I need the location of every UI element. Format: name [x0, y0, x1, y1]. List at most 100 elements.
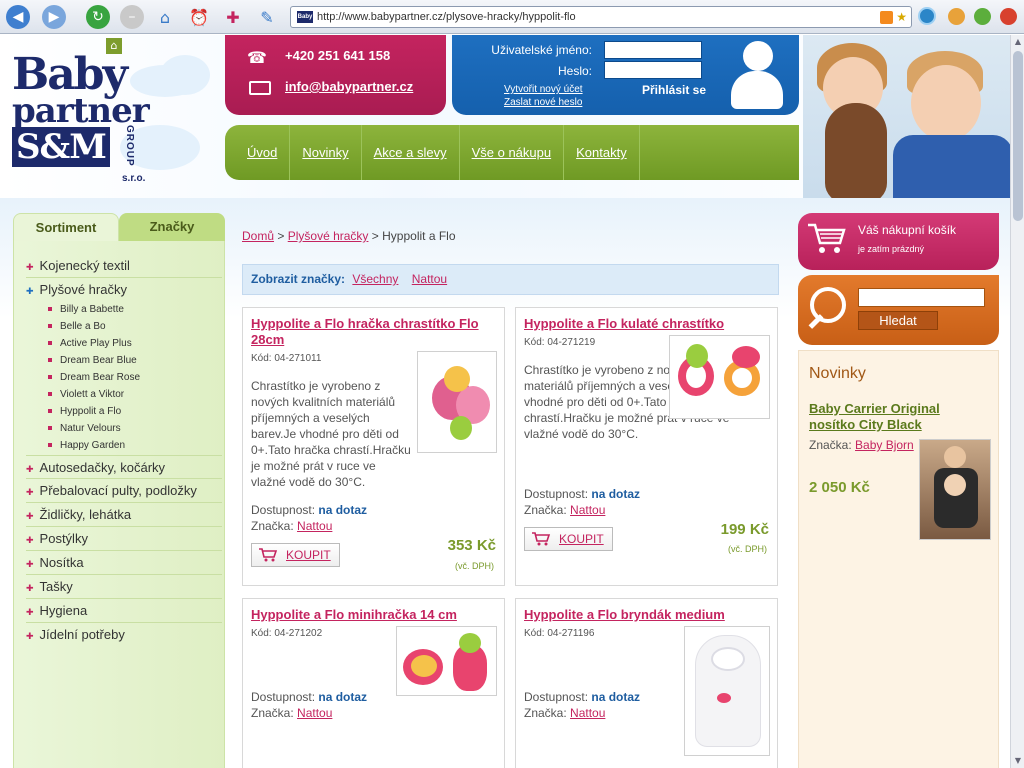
vat-note: (vč. DPH): [455, 561, 494, 571]
search-input[interactable]: [858, 288, 985, 307]
subcategory-item[interactable]: Natur Velours: [48, 420, 121, 437]
scroll-thumb[interactable]: [1013, 51, 1023, 221]
nav-novinky[interactable]: Novinky: [290, 125, 362, 180]
brand-filter-nattou[interactable]: Nattou: [412, 272, 447, 286]
subcategory-item[interactable]: Violett a Viktor: [48, 386, 124, 403]
mail-icon: [249, 81, 271, 95]
product-availability: Dostupnost: na dotaz: [251, 690, 368, 704]
category-item[interactable]: ✚ Nosítka: [26, 551, 222, 575]
back-icon[interactable]: ◀: [6, 5, 30, 29]
breadcrumb-category[interactable]: Plyšové hračky: [288, 229, 369, 243]
product-availability: Dostupnost: na dotaz: [524, 690, 641, 704]
product-title[interactable]: Hyppolite a Flo minihračka 14 cm: [251, 607, 496, 623]
tab-znacky[interactable]: Značky: [119, 213, 225, 241]
address-bar[interactable]: Baby http://www.babypartner.cz/plysove-h…: [290, 6, 912, 28]
product-image[interactable]: [669, 335, 770, 419]
scroll-down-icon[interactable]: ▼: [1011, 754, 1024, 768]
news-box: Novinky Baby Carrier Original nosítko Ci…: [798, 350, 999, 768]
tab-sortiment[interactable]: Sortiment: [13, 213, 119, 241]
forward-icon[interactable]: ▶: [42, 5, 66, 29]
nav-akce[interactable]: Akce a slevy: [362, 125, 460, 180]
news-item-price: 2 050 Kč: [809, 479, 870, 496]
product-image[interactable]: [396, 626, 497, 696]
category-item[interactable]: ✚ Židličky, lehátka: [26, 503, 222, 527]
reload-icon[interactable]: ↻: [86, 5, 110, 29]
category-item[interactable]: ✚ Jídelní potřeby: [26, 623, 222, 647]
username-input[interactable]: [604, 41, 702, 59]
nav-uvod[interactable]: Úvod: [235, 125, 291, 180]
rss-icon[interactable]: [880, 10, 894, 24]
category-item[interactable]: ✚ Autosedačky, kočárky: [26, 455, 222, 479]
shopping-cart-box[interactable]: Váš nákupní košík je zatím prázdný: [798, 213, 999, 270]
breadcrumb-home[interactable]: Domů: [242, 229, 274, 243]
category-item[interactable]: ✚ Hygiena: [26, 599, 222, 623]
product-image[interactable]: [684, 626, 770, 756]
product-image[interactable]: [417, 351, 497, 453]
product-brand: Značka: Nattou: [251, 519, 333, 533]
news-item-link[interactable]: Baby Carrier Original nosítko City Black: [809, 401, 989, 433]
site-logo[interactable]: Baby partner S&M GROUP s.r.o.: [12, 53, 152, 185]
url-text[interactable]: http://www.babypartner.cz/plysove-hracky…: [317, 11, 880, 23]
product-title[interactable]: Hyppolite a Flo hračka chrastítko Flo 28…: [251, 316, 496, 348]
product-description: Chrastítko je vyrobeno z nových kvalitní…: [251, 379, 411, 489]
product-price: 199 Kč: [720, 521, 769, 538]
buy-button[interactable]: KOUPIT: [251, 543, 340, 567]
create-account-link[interactable]: Vytvořit nový účet: [504, 84, 583, 95]
product-title[interactable]: Hyppolite a Flo kulaté chrastítko: [524, 316, 769, 332]
product-code: Kód: 04-271202: [251, 628, 323, 639]
nav-kontakty[interactable]: Kontakty: [564, 125, 640, 180]
close-button[interactable]: [1000, 8, 1017, 25]
nav-nakup[interactable]: Vše o nákupu: [460, 125, 565, 180]
browser-toolbar: ◀ ▶ ↻ – ⌂ ⏰ ✚ ✎ Baby http://www.babypart…: [0, 0, 1024, 34]
product-title[interactable]: Hyppolite a Flo bryndák medium: [524, 607, 769, 623]
header-kids-photo: [803, 35, 1010, 198]
category-item[interactable]: ✚ Postýlky: [26, 527, 222, 551]
web-page: ⌂ Baby partner S&M GROUP s.r.o. ☎ +420 2…: [0, 35, 1010, 768]
new-tab-icon[interactable]: ✚: [220, 4, 246, 30]
category-item[interactable]: ✚ Kojenecký textil: [26, 254, 222, 278]
cart-status: je zatím prázdný: [858, 244, 925, 254]
subcategory-item[interactable]: Dream Bear Blue: [48, 352, 137, 369]
buy-button[interactable]: KOUPIT: [524, 527, 613, 551]
bookmark-star-icon[interactable]: ★: [896, 10, 907, 24]
product-brand-link[interactable]: Nattou: [570, 503, 605, 517]
category-item[interactable]: ✚ Tašky: [26, 575, 222, 599]
maximize-button[interactable]: [974, 8, 991, 25]
password-input[interactable]: [604, 61, 702, 79]
history-icon[interactable]: ⏰: [186, 4, 212, 30]
category-item-open[interactable]: ✚ Plyšové hračky: [26, 278, 222, 302]
home-icon[interactable]: ⌂: [152, 4, 178, 30]
password-label: Heslo:: [557, 64, 592, 78]
news-brand-link[interactable]: Baby Bjorn: [855, 438, 914, 452]
product-brand-link[interactable]: Nattou: [297, 519, 332, 533]
scroll-up-icon[interactable]: ▲: [1011, 35, 1024, 49]
subcategory-item[interactable]: Dream Bear Rose: [48, 369, 140, 386]
page-scrollbar[interactable]: ▲ ▼: [1010, 35, 1024, 768]
logo-text-sro: s.r.o.: [122, 173, 146, 184]
subcategory-item[interactable]: Happy Garden: [48, 437, 125, 454]
subcategory-item[interactable]: Billy a Babette: [48, 301, 124, 318]
minimize-button[interactable]: [948, 8, 965, 25]
site-header: ⌂ Baby partner S&M GROUP s.r.o. ☎ +420 2…: [0, 35, 1010, 198]
cart-icon: [532, 532, 551, 546]
product-brand-link[interactable]: Nattou: [570, 706, 605, 720]
login-button[interactable]: Přihlásit se: [642, 83, 706, 97]
product-brand-link[interactable]: Nattou: [297, 706, 332, 720]
brand-filter-all[interactable]: Všechny: [352, 272, 398, 286]
search-button[interactable]: Hledat: [858, 311, 938, 330]
product-brand: Značka: Nattou: [251, 706, 333, 720]
notes-icon[interactable]: ✎: [254, 4, 280, 30]
go-icon[interactable]: [918, 7, 936, 25]
subcategory-item[interactable]: Hyppolit a Flo: [48, 403, 121, 420]
username-label: Uživatelské jméno:: [491, 43, 592, 57]
site-favicon: Baby: [297, 11, 313, 23]
subcategory-item[interactable]: Belle a Bo: [48, 318, 106, 335]
news-item-image[interactable]: [919, 439, 991, 540]
category-item[interactable]: ✚ Přebalovací pulty, podložky: [26, 479, 222, 503]
email-link[interactable]: info@babypartner.cz: [285, 79, 413, 94]
send-password-link[interactable]: Zaslat nové heslo: [504, 97, 582, 108]
stop-icon[interactable]: –: [120, 5, 144, 29]
phone-icon: ☎: [247, 48, 267, 67]
subcategory-item[interactable]: Active Play Plus: [48, 335, 132, 352]
breadcrumb-separator: >: [371, 229, 379, 243]
